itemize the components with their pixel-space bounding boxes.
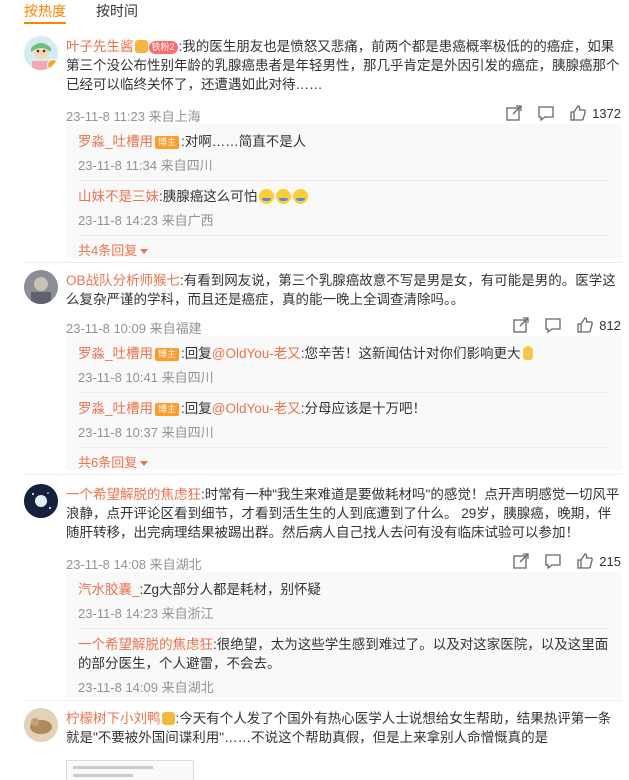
reply-username[interactable]: 汽水胶囊_: [78, 582, 140, 597]
crying-emoji-icon: [259, 189, 275, 204]
reply-username[interactable]: 一个希望解脱的焦虑狂: [78, 637, 213, 652]
reply-username[interactable]: 罗淼_吐槽用: [78, 401, 153, 416]
comment-text: OB战队分析师猴七:有看到网友说，第三个乳腺癌故意不写是男是女，有可能是男的。医…: [66, 271, 622, 309]
reply-box: 罗淼_吐槽用 博主:回复@OldYou-老又:您辛苦！这新闻估计对你们影响更大 2…: [66, 336, 622, 470]
fan-badge: 铁粉2: [148, 41, 178, 54]
blogger-tag: 博主: [155, 348, 180, 361]
more-replies-link[interactable]: 共6条回复: [78, 452, 149, 471]
verified-badge-icon: [47, 59, 58, 70]
reply-meta: 23-11-8 10:37 来自四川: [78, 425, 214, 440]
reply-meta: 23-11-8 14:23 来自浙江: [78, 606, 214, 621]
reply-item: 山妹不是三妹:胰腺癌这么可怕 23-11-8 14:23 来自广西: [78, 187, 614, 229]
comment-icon[interactable]: [544, 316, 562, 334]
reply-item: 罗淼_吐槽用 博主:回复@OldYou-老又:分母应该是十万吧！ 23-11-8 …: [78, 399, 614, 441]
comment-divider: [24, 474, 622, 475]
reply-meta: 23-11-8 10:41 来自四川: [78, 370, 214, 385]
chevron-down-icon: [140, 249, 149, 254]
blogger-tag: 博主: [155, 136, 180, 149]
more-replies-link[interactable]: 共4条回复: [78, 240, 149, 259]
reply-divider: [78, 628, 610, 629]
reply-text: :分母应该是十万吧！: [300, 401, 427, 416]
comment-divider: [24, 262, 622, 263]
comment-text: 柠檬树下小刘鸭:今天有个人发了个国外有热心医学人士说想给女生帮助，结果热评第一条…: [66, 709, 622, 747]
tab-by-hot[interactable]: 按热度: [24, 1, 66, 21]
avatar[interactable]: [24, 270, 58, 304]
comment-divider: [24, 700, 622, 701]
comment-actions: 215: [498, 552, 621, 570]
reply-username[interactable]: 罗淼_吐槽用: [78, 346, 153, 361]
share-icon[interactable]: [505, 104, 523, 122]
sort-tabs: 按热度 按时间: [0, 0, 629, 24]
share-icon[interactable]: [512, 552, 530, 570]
comment-meta: 23-11-8 14:08 来自湖北: [66, 557, 202, 572]
reply-divider: [78, 447, 610, 448]
reply-meta: 23-11-8 14:09 来自湖北: [78, 680, 214, 695]
share-icon[interactable]: [512, 316, 530, 334]
reply-box: 汽水胶囊_:Zg大部分人都是耗材，别怀疑 23-11-8 14:23 来自浙江 …: [66, 572, 622, 698]
reply-item: 一个希望解脱的焦虑狂:很绝望，太为这些学生感到难过了。以及对这家医院，以及这里面…: [78, 635, 614, 696]
like-icon[interactable]: [576, 316, 594, 334]
comment-meta: 23-11-8 11:23 来自上海: [66, 109, 201, 124]
crown-icon: [134, 40, 148, 53]
lightbulb-icon: [522, 346, 533, 360]
avatar[interactable]: [24, 36, 58, 70]
comment-actions: 812: [498, 316, 621, 334]
reply-text: :Zg大部分人都是耗材，别怀疑: [139, 582, 322, 597]
avatar[interactable]: [24, 484, 58, 518]
tab-by-time[interactable]: 按时间: [96, 1, 138, 21]
like-icon[interactable]: [576, 552, 594, 570]
reply-item: 汽水胶囊_:Zg大部分人都是耗材，别怀疑 23-11-8 14:23 来自浙江: [78, 580, 614, 622]
chevron-down-icon: [140, 461, 149, 466]
attached-image[interactable]: [66, 760, 194, 780]
like-icon[interactable]: [569, 104, 587, 122]
avatar[interactable]: [24, 708, 58, 742]
comment-meta: 23-11-8 10:09 来自福建: [66, 321, 202, 336]
mention-link[interactable]: @OldYou-老又: [212, 401, 301, 416]
reply-item: 罗淼_吐槽用 博主:对啊……简直不是人 23-11-8 11:34 来自四川: [78, 132, 614, 174]
comment-username[interactable]: OB战队分析师猴七: [66, 273, 180, 288]
active-tab-indicator: [24, 22, 66, 24]
reply-prefix: :回复: [181, 346, 212, 361]
comment-username[interactable]: 柠檬树下小刘鸭: [66, 711, 161, 726]
comment-icon[interactable]: [537, 104, 555, 122]
sad-emoji-icon: [293, 189, 309, 204]
reply-meta: 23-11-8 11:34 来自四川: [78, 158, 213, 173]
comment-text: 一个希望解脱的焦虑狂:时常有一种"我生来难道是要做耗材吗"的感觉！点开声明感觉一…: [66, 485, 622, 542]
crown-icon: [161, 712, 175, 725]
blogger-tag: 博主: [155, 403, 180, 416]
reply-username[interactable]: 罗淼_吐槽用: [78, 134, 153, 149]
like-count: 215: [599, 553, 621, 569]
reply-text: :胰腺癌这么可怕: [159, 189, 258, 204]
reply-prefix: :回复: [181, 401, 212, 416]
reply-username[interactable]: 山妹不是三妹: [78, 189, 159, 204]
comment-username[interactable]: 叶子先生酱: [66, 39, 134, 54]
reply-text: :您辛苦！这新闻估计对你们影响更大: [300, 346, 521, 361]
reply-meta: 23-11-8 14:23 来自广西: [78, 213, 214, 228]
comment-text: 叶子先生酱 铁粉2:我的医生朋友也是愤怒又悲痛，前两个都是患癌概率极低的的癌症，如…: [66, 37, 622, 94]
reply-text: :对啊……简直不是人: [181, 134, 307, 149]
reply-item: 罗淼_吐槽用 博主:回复@OldYou-老又:您辛苦！这新闻估计对你们影响更大 2…: [78, 344, 614, 386]
reply-divider: [78, 180, 610, 181]
reply-divider: [78, 392, 610, 393]
comment-username[interactable]: 一个希望解脱的焦虑狂: [66, 487, 201, 502]
reply-box: 罗淼_吐槽用 博主:对啊……简直不是人 23-11-8 11:34 来自四川 山妹…: [66, 124, 622, 258]
crying-emoji-icon: [276, 189, 292, 204]
mention-link[interactable]: @OldYou-老又: [212, 346, 301, 361]
like-count: 1372: [592, 105, 621, 121]
reply-divider: [78, 235, 610, 236]
comment-actions: 1372: [491, 104, 621, 122]
like-count: 812: [599, 317, 621, 333]
comment-icon[interactable]: [544, 552, 562, 570]
